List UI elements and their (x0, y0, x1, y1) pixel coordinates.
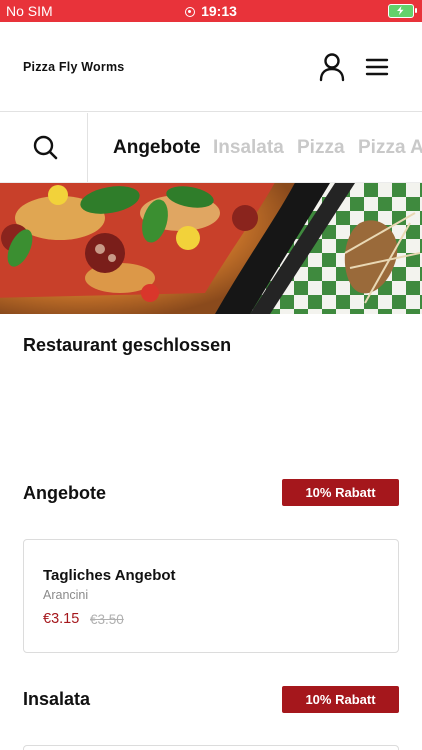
hero-pizza-image (0, 183, 422, 314)
menu-item-card[interactable]: Tagliches Angebot Arancini €3.15 €3.50 (23, 539, 399, 653)
restaurant-closed-notice: Restaurant geschlossen (23, 335, 232, 355)
menu-item-price: €3.15 (43, 611, 80, 627)
app-header: Pizza Fly Worms (0, 22, 422, 112)
restaurant-name: Pizza Fly Worms (23, 60, 125, 74)
menu-item-description: Arancini (43, 588, 89, 602)
category-tab-bar: Angebote Insalata Pizza Pizza A (0, 113, 422, 183)
search-icon (33, 135, 58, 160)
main-menu-button[interactable] (363, 55, 391, 79)
tab-insalata[interactable]: Insalata (213, 137, 284, 159)
tab-angebote[interactable]: Angebote (113, 137, 201, 159)
battery-charging-icon (388, 4, 417, 18)
user-account-button[interactable] (318, 52, 346, 82)
section-title-insalata: Insalata (23, 689, 91, 709)
discount-badge: 10% Rabatt (282, 686, 399, 713)
menu-item-original-price: €3.50 (90, 612, 124, 627)
status-bar: No SIM 19:13 (0, 0, 422, 22)
hamburger-menu-icon (365, 58, 389, 76)
tab-pizza[interactable]: Pizza (297, 137, 345, 159)
tab-pizza-a[interactable]: Pizza A (358, 137, 422, 159)
menu-item-name: Tagliches Angebot (43, 567, 176, 584)
clock-time: 19:13 (201, 3, 237, 19)
menu-item-card[interactable] (23, 745, 399, 750)
user-icon (319, 53, 345, 82)
screen-recording-icon (185, 7, 196, 17)
section-title-angebote: Angebote (23, 483, 106, 503)
search-button[interactable] (0, 113, 88, 182)
discount-badge: 10% Rabatt (282, 479, 399, 506)
